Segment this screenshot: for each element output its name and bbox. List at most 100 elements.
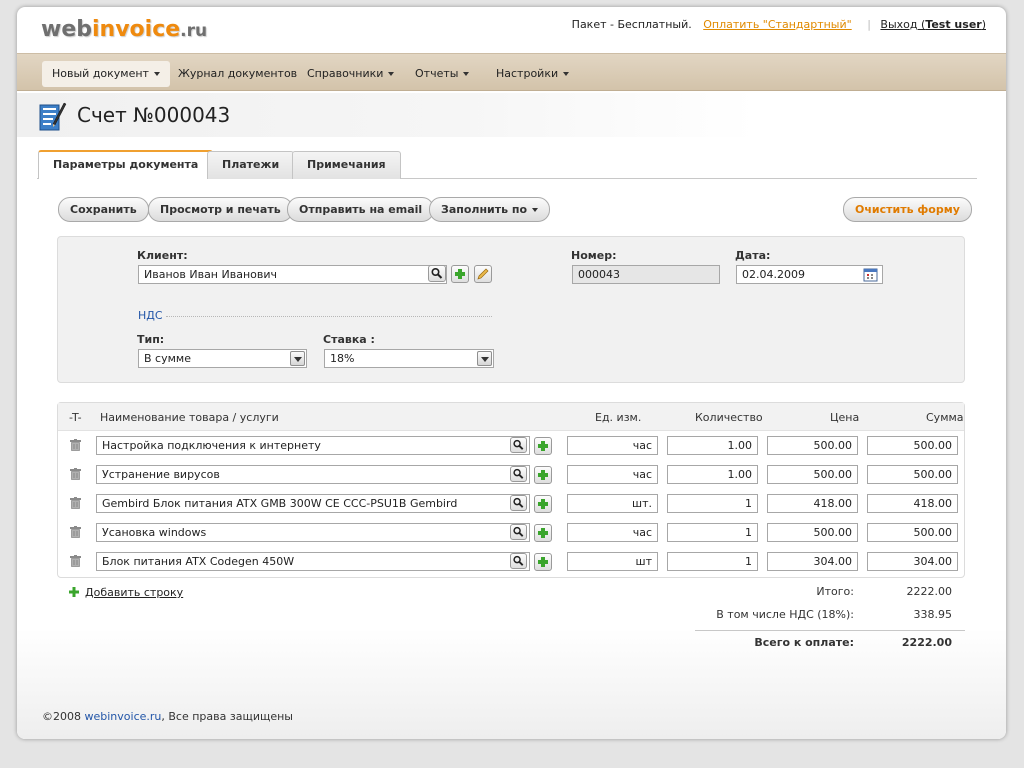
item-name-field[interactable]: Gembird Блок питания ATX GMB 300W CE CCC…: [96, 494, 530, 513]
item-sum-field[interactable]: 500.00: [867, 465, 958, 484]
item-search-button[interactable]: [510, 495, 527, 511]
item-quantity-field[interactable]: 1.00: [667, 436, 758, 455]
trash-icon[interactable]: [70, 468, 81, 480]
add-icon: [538, 499, 548, 509]
vat-label: В том числе НДС (18%):: [716, 608, 854, 621]
search-icon: [513, 555, 524, 566]
logout-link[interactable]: Выход (Test user): [880, 18, 986, 31]
dropdown-arrow-icon: [290, 351, 305, 366]
main-menu: Новый документ Журнал документов Справоч…: [17, 53, 1006, 91]
add-icon: [538, 441, 548, 451]
table-row: Блок питания ATX Codegen 450W шт 1 304.00 30…: [58, 548, 964, 577]
subtotal-label: Итого:: [816, 585, 854, 598]
save-button[interactable]: Сохранить: [58, 197, 149, 222]
preview-print-button[interactable]: Просмотр и печать: [148, 197, 293, 222]
item-sum-field[interactable]: 304.00: [867, 552, 958, 571]
vat-type-select[interactable]: В сумме: [138, 349, 307, 368]
fill-from-button[interactable]: Заполнить по: [429, 197, 551, 222]
clear-form-button[interactable]: Очистить форму: [843, 197, 972, 222]
item-name-field[interactable]: Устранение вирусов: [96, 465, 530, 484]
client-edit-button[interactable]: [474, 265, 492, 283]
client-add-button[interactable]: [451, 265, 469, 283]
item-sum-field[interactable]: 418.00: [867, 494, 958, 513]
item-name-field[interactable]: Настройка подключения к интернету: [96, 436, 530, 455]
search-icon: [431, 267, 443, 279]
item-add-button[interactable]: [534, 495, 552, 513]
item-sum-field[interactable]: 500.00: [867, 436, 958, 455]
menu-documents-journal[interactable]: Журнал документов: [168, 61, 307, 87]
add-icon: [538, 470, 548, 480]
search-icon: [513, 497, 524, 508]
footer-site-link[interactable]: webinvoice.ru: [85, 710, 162, 723]
menu-settings[interactable]: Настройки: [486, 61, 579, 87]
dropdown-arrow-icon: [477, 351, 492, 366]
vat-value: 338.95: [913, 608, 953, 621]
date-field[interactable]: 02.04.2009: [736, 265, 883, 284]
item-price-field[interactable]: 418.00: [767, 494, 858, 513]
vat-section-link[interactable]: НДС: [138, 309, 163, 322]
item-unit-field[interactable]: шт.: [567, 494, 658, 513]
total-value: 2222.00: [901, 636, 952, 649]
page-title: Счет №000043: [77, 103, 231, 127]
item-add-button[interactable]: [534, 524, 552, 542]
chevron-down-icon: [563, 72, 570, 76]
item-name-field[interactable]: Блок питания ATX Codegen 450W: [96, 552, 530, 571]
client-field[interactable]: Иванов Иван Иванович: [138, 265, 447, 284]
item-unit-field[interactable]: час: [567, 523, 658, 542]
tab-document-parameters[interactable]: Параметры документа: [38, 150, 214, 179]
tab-notes[interactable]: Примечания: [292, 151, 401, 179]
search-icon: [513, 468, 524, 479]
client-label: Клиент:: [137, 249, 188, 262]
table-row: Gembird Блок питания ATX GMB 300W CE CCC…: [58, 490, 964, 519]
document-form: Клиент: Иванов Иван Иванович Номер: 0000…: [57, 236, 965, 383]
item-unit-field[interactable]: час: [567, 465, 658, 484]
item-search-button[interactable]: [510, 437, 527, 453]
tab-payments[interactable]: Платежи: [207, 151, 295, 179]
search-icon: [513, 526, 524, 537]
vat-rate-select[interactable]: 18%: [324, 349, 494, 368]
item-price-field[interactable]: 304.00: [767, 552, 858, 571]
trash-icon[interactable]: [70, 497, 81, 509]
item-add-button[interactable]: [534, 466, 552, 484]
item-price-field[interactable]: 500.00: [767, 523, 858, 542]
add-row-link[interactable]: Добавить строку: [85, 586, 183, 599]
upgrade-link[interactable]: Оплатить "Стандартный": [703, 18, 851, 31]
item-name-field[interactable]: Усановка windows: [96, 523, 530, 542]
trash-icon[interactable]: [70, 526, 81, 538]
subtotal-value: 2222.00: [906, 585, 953, 598]
chevron-down-icon: [153, 72, 160, 76]
chevron-down-icon: [388, 72, 395, 76]
item-price-field[interactable]: 500.00: [767, 465, 858, 484]
footer: ©2008 webinvoice.ru, Все права защищены: [42, 710, 293, 723]
item-add-button[interactable]: [534, 437, 552, 455]
send-email-button[interactable]: Отправить на email: [287, 197, 435, 222]
add-icon: [538, 557, 548, 567]
item-unit-field[interactable]: шт: [567, 552, 658, 571]
table-header: -T- Наименование товара / услуги Ед. изм…: [58, 403, 964, 431]
account-info: Пакет - Бесплатный. Оплатить "Стандартны…: [571, 18, 986, 31]
item-quantity-field[interactable]: 1.00: [667, 465, 758, 484]
page-container: webinvoice.ru Пакет - Бесплатный. Оплати…: [17, 7, 1006, 739]
total-label: Всего к оплате:: [754, 636, 854, 649]
item-unit-field[interactable]: час: [567, 436, 658, 455]
item-price-field[interactable]: 500.00: [767, 436, 858, 455]
menu-new-document[interactable]: Новый документ: [42, 61, 170, 87]
plan-text: Пакет - Бесплатный.: [571, 18, 692, 31]
menu-directories[interactable]: Справочники: [297, 61, 404, 87]
menu-reports[interactable]: Отчеты: [405, 61, 479, 87]
number-label: Номер:: [571, 249, 617, 262]
item-quantity-field[interactable]: 1: [667, 494, 758, 513]
trash-icon[interactable]: [70, 439, 81, 451]
table-row: Настройка подключения к интернету час 1.00…: [58, 432, 964, 461]
calendar-icon[interactable]: [863, 267, 878, 282]
item-add-button[interactable]: [534, 553, 552, 571]
item-sum-field[interactable]: 500.00: [867, 523, 958, 542]
trash-icon[interactable]: [70, 555, 81, 567]
site-logo[interactable]: webinvoice.ru: [41, 17, 207, 42]
item-search-button[interactable]: [510, 466, 527, 482]
client-search-button[interactable]: [428, 265, 446, 282]
item-search-button[interactable]: [510, 524, 527, 540]
item-quantity-field[interactable]: 1: [667, 552, 758, 571]
item-quantity-field[interactable]: 1: [667, 523, 758, 542]
item-search-button[interactable]: [510, 553, 527, 569]
